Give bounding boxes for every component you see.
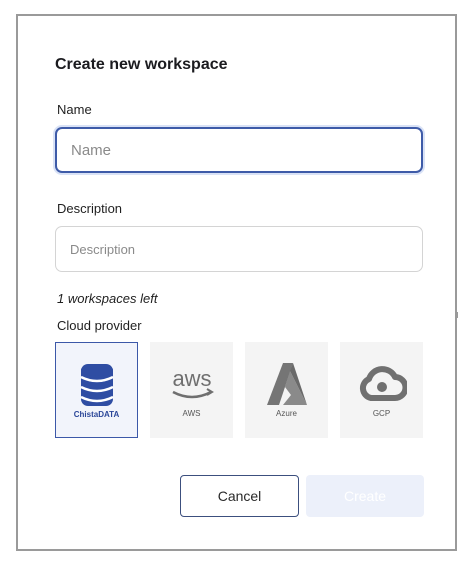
create-workspace-dialog: Create new workspace Name Description 1 …: [16, 14, 457, 551]
provider-option-gcp[interactable]: GCP: [340, 342, 423, 438]
azure-logo-icon: [245, 356, 328, 412]
provider-label: AWS: [182, 409, 201, 418]
cancel-button[interactable]: Cancel: [180, 475, 299, 517]
provider-option-azure[interactable]: Azure: [245, 342, 328, 438]
workspaces-left-text: 1 workspaces left: [57, 291, 158, 306]
cloud-provider-options: ChistaDATA aws AWS Azure GCP: [55, 342, 425, 440]
name-label: Name: [57, 102, 92, 117]
name-input[interactable]: [55, 127, 423, 173]
create-button[interactable]: Create: [306, 475, 424, 517]
dialog-edge-mark: [456, 312, 458, 318]
provider-label: GCP: [372, 409, 391, 418]
description-input[interactable]: [55, 226, 423, 272]
database-icon: [56, 357, 137, 413]
provider-option-chistadata[interactable]: ChistaDATA: [55, 342, 138, 438]
dialog-title: Create new workspace: [55, 56, 228, 73]
aws-logo-icon: aws: [150, 356, 233, 412]
aws-logo-text: aws: [172, 366, 211, 391]
description-label: Description: [57, 201, 123, 216]
provider-option-aws[interactable]: aws AWS: [150, 342, 233, 438]
gcp-cloud-icon: [340, 356, 423, 412]
cloud-provider-label: Cloud provider: [57, 318, 142, 333]
provider-label: ChistaDATA: [73, 410, 120, 419]
provider-label: Azure: [276, 409, 297, 418]
